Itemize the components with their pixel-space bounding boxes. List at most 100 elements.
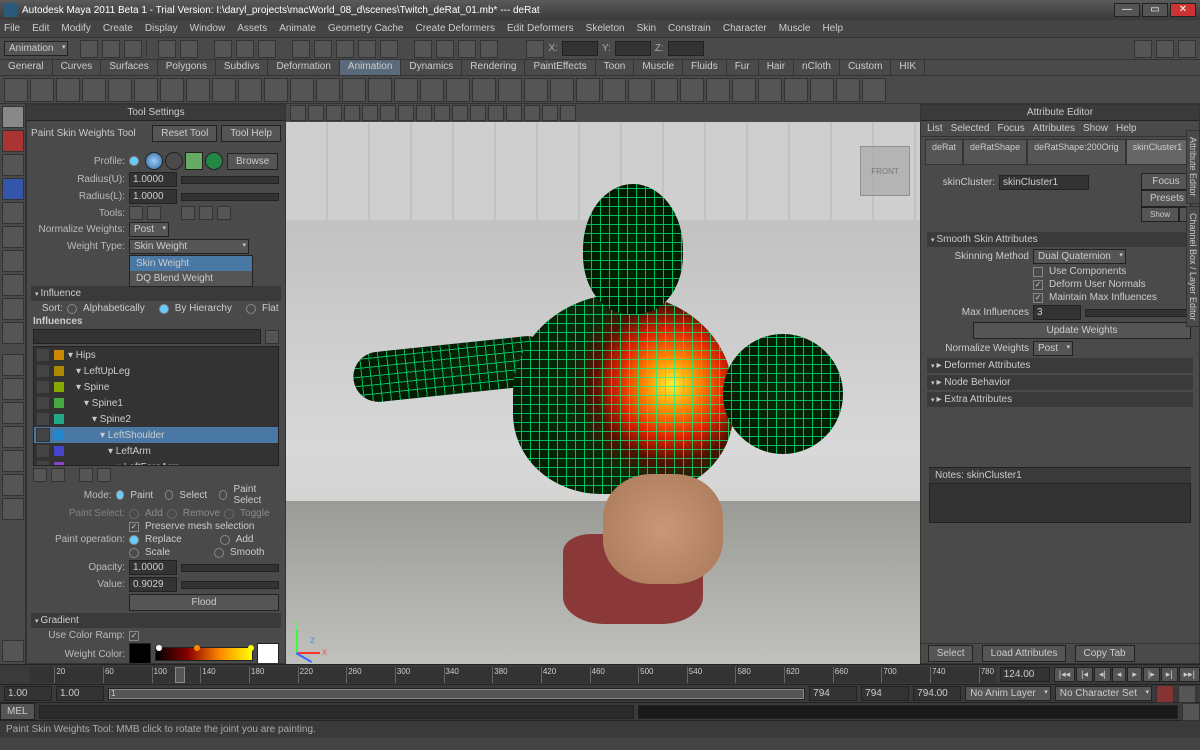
shelf-icon[interactable] bbox=[576, 78, 600, 102]
ae-menu-help[interactable]: Help bbox=[1116, 123, 1137, 134]
viewport-scene[interactable]: FRONT x y z bbox=[286, 122, 920, 664]
inf-move-up-icon[interactable] bbox=[79, 468, 93, 482]
menu-display[interactable]: Display bbox=[145, 23, 178, 34]
toggle-channel-box-icon[interactable] bbox=[1178, 40, 1196, 58]
vp-safe-action-icon[interactable] bbox=[380, 105, 396, 121]
show-manip-tool-icon[interactable] bbox=[2, 298, 24, 320]
opacity-slider[interactable] bbox=[181, 564, 279, 572]
shelf-tab-painteffects[interactable]: PaintEffects bbox=[525, 60, 595, 75]
radius-l-input[interactable] bbox=[129, 189, 177, 204]
ae-tab-deratshape[interactable]: deRatShape bbox=[963, 139, 1027, 165]
redo-icon[interactable] bbox=[180, 40, 198, 58]
anim-end-input[interactable] bbox=[861, 686, 909, 701]
influence-row-leftshoulder[interactable]: ▾ LeftShoulder bbox=[34, 427, 278, 443]
shelf-icon[interactable] bbox=[836, 78, 860, 102]
menu-skeleton[interactable]: Skeleton bbox=[586, 23, 625, 34]
mode-paintselect-radio[interactable] bbox=[219, 490, 228, 500]
range-bar[interactable]: 1 bbox=[108, 688, 805, 700]
menu-assets[interactable]: Assets bbox=[237, 23, 267, 34]
shelf-tab-polygons[interactable]: Polygons bbox=[158, 60, 216, 75]
script-editor-icon[interactable] bbox=[1182, 703, 1200, 721]
layout-single-icon[interactable] bbox=[2, 354, 24, 376]
profile-radio[interactable] bbox=[129, 156, 139, 166]
manip-tool-icon[interactable] bbox=[2, 250, 24, 272]
influence-row-leftarm[interactable]: ▾ LeftArm bbox=[34, 443, 278, 459]
vp-wireframe-icon[interactable] bbox=[416, 105, 432, 121]
new-scene-icon[interactable] bbox=[80, 40, 98, 58]
brush-gaussian-icon[interactable] bbox=[145, 152, 163, 170]
vp-bookmark-icon[interactable] bbox=[308, 105, 324, 121]
max-influences-slider[interactable] bbox=[1085, 309, 1191, 317]
input-mode-icon[interactable] bbox=[526, 40, 544, 58]
sort-alpha-radio[interactable] bbox=[67, 304, 77, 314]
ae-tab-skincluster[interactable]: skinCluster1 bbox=[1126, 139, 1190, 165]
deformer-attrs-section[interactable]: ▸ Deformer Attributes bbox=[927, 358, 1193, 373]
step-forward-button[interactable]: |▸ bbox=[1143, 667, 1160, 682]
shelf-icon[interactable] bbox=[186, 78, 210, 102]
playback-start-input[interactable] bbox=[56, 686, 104, 701]
shelf-icon[interactable] bbox=[732, 78, 756, 102]
influence-row-spine1[interactable]: ▾ Spine1 bbox=[34, 395, 278, 411]
shelf-icon[interactable] bbox=[4, 78, 28, 102]
vp-lights-icon[interactable] bbox=[470, 105, 486, 121]
playback-end-input[interactable] bbox=[809, 686, 857, 701]
step-forward-key-button[interactable]: ▸| bbox=[1161, 667, 1178, 682]
opacity-input[interactable] bbox=[129, 560, 177, 575]
vp-film-gate-icon[interactable] bbox=[362, 105, 378, 121]
anim-end-input2[interactable] bbox=[913, 686, 961, 701]
weight-type-dropdown[interactable]: Skin Weight bbox=[129, 239, 249, 254]
preserve-mesh-checkbox[interactable] bbox=[129, 522, 139, 532]
layout-custom5-icon[interactable] bbox=[2, 498, 24, 520]
shelf-icon[interactable] bbox=[290, 78, 314, 102]
character-mesh[interactable] bbox=[393, 174, 813, 634]
command-input[interactable] bbox=[39, 705, 634, 719]
weight-color-max[interactable] bbox=[257, 643, 279, 663]
influences-list[interactable]: ▾ Hips▾ LeftUpLeg▾ Spine▾ Spine1▾ Spine2… bbox=[33, 346, 279, 466]
ae-load-button[interactable]: Load Attributes bbox=[982, 645, 1067, 662]
toggle-attr-editor-icon[interactable] bbox=[1134, 40, 1152, 58]
shelf-icon[interactable] bbox=[680, 78, 704, 102]
mode-dropdown[interactable]: Animation bbox=[4, 41, 68, 56]
current-time-input[interactable] bbox=[1000, 667, 1050, 682]
shelf-icon[interactable] bbox=[394, 78, 418, 102]
maintain-max-checkbox[interactable] bbox=[1033, 293, 1043, 303]
menu-window[interactable]: Window bbox=[190, 23, 226, 34]
shelf-icon[interactable] bbox=[862, 78, 886, 102]
ae-menu-list[interactable]: List bbox=[927, 123, 943, 134]
snap-grid-icon[interactable] bbox=[292, 40, 310, 58]
shelf-icon[interactable] bbox=[56, 78, 80, 102]
open-scene-icon[interactable] bbox=[102, 40, 120, 58]
weight-type-option-dq[interactable]: DQ Blend Weight bbox=[130, 271, 252, 286]
influence-row-spine[interactable]: ▾ Spine bbox=[34, 379, 278, 395]
menu-muscle[interactable]: Muscle bbox=[779, 23, 811, 34]
layout-four-icon[interactable] bbox=[2, 378, 24, 400]
vp-shadows-icon[interactable] bbox=[488, 105, 504, 121]
ae-tab-derat[interactable]: deRat bbox=[925, 139, 963, 165]
ae-menu-focus[interactable]: Focus bbox=[997, 123, 1024, 134]
anim-layer-dropdown[interactable]: No Anim Layer bbox=[965, 686, 1051, 701]
shelf-tab-custom[interactable]: Custom bbox=[840, 60, 891, 75]
soft-mod-tool-icon[interactable] bbox=[2, 274, 24, 296]
menu-edit-deformers[interactable]: Edit Deformers bbox=[507, 23, 574, 34]
vp-textured-icon[interactable] bbox=[452, 105, 468, 121]
minimize-button[interactable]: — bbox=[1114, 3, 1140, 17]
sort-hierarchy-radio[interactable] bbox=[159, 304, 169, 314]
shelf-tab-curves[interactable]: Curves bbox=[53, 60, 102, 75]
step-back-button[interactable]: ◂| bbox=[1094, 667, 1111, 682]
maximize-button[interactable]: ▭ bbox=[1142, 3, 1168, 17]
rotate-tool-icon[interactable] bbox=[2, 202, 24, 224]
auto-key-icon[interactable] bbox=[1156, 685, 1174, 703]
move-tool-icon[interactable] bbox=[2, 178, 24, 200]
input-x[interactable] bbox=[562, 41, 598, 56]
vp-shaded-icon[interactable] bbox=[434, 105, 450, 121]
shelf-icon[interactable] bbox=[212, 78, 236, 102]
tool-brush-icon[interactable] bbox=[129, 206, 143, 220]
character-set-dropdown[interactable]: No Character Set bbox=[1055, 686, 1152, 701]
shelf-icon[interactable] bbox=[264, 78, 288, 102]
input-z[interactable] bbox=[668, 41, 704, 56]
extra-attrs-section[interactable]: ▸ Extra Attributes bbox=[927, 392, 1193, 407]
undo-icon[interactable] bbox=[158, 40, 176, 58]
viewport[interactable]: FRONT x y z bbox=[286, 104, 920, 664]
weight-color-min[interactable] bbox=[129, 643, 151, 663]
anim-start-input[interactable] bbox=[4, 686, 52, 701]
